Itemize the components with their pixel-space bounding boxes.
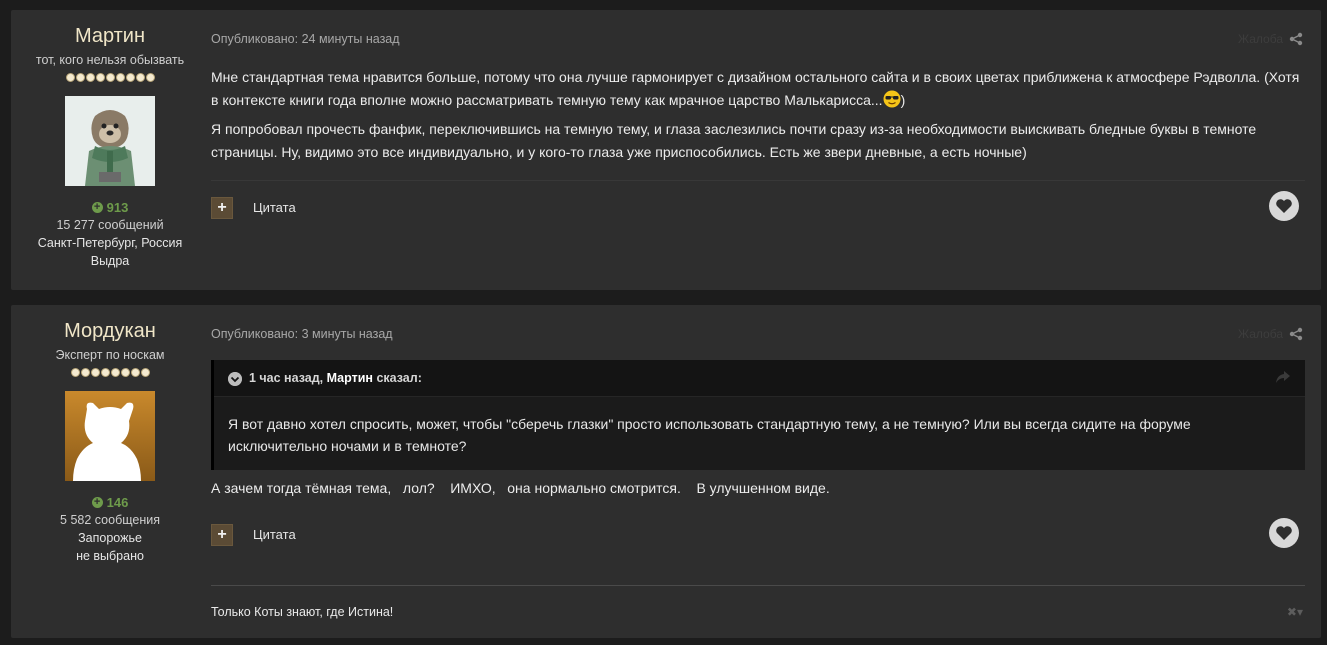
rank-pip [135,73,145,82]
report-link[interactable]: Жалоба [1238,32,1283,46]
post-body: А зачем тогда тёмная тема, лол? ИМХО, он… [211,477,1305,506]
quote-text: Я вот давно хотел спросить, может, чтобы… [228,416,1191,454]
share-icon[interactable] [1289,327,1303,341]
author-panel: Мордукан Эксперт по носкам + 146 5 582 с… [11,305,209,564]
post-paragraph-tail: ) [900,92,906,108]
quote-block: 1 час назад, Мартин сказал: Я вот давно … [211,360,1305,470]
reputation: + 913 [11,200,209,215]
heart-icon [1276,199,1292,213]
rank-pips [11,73,209,84]
rank-pip [140,368,150,377]
plus-circle-icon: + [91,497,103,508]
quote-button[interactable]: Цитата [253,527,296,542]
rank-pip [65,73,75,82]
rank-pip [85,73,95,82]
quote-citation: 1 час назад, Мартин сказал: [249,371,422,385]
post-paragraph: Я попробовал прочесть фанфик, переключив… [211,121,1257,160]
rank-pip [145,73,155,82]
quote-said: сказал: [372,371,422,385]
avatar[interactable] [65,96,155,186]
rank-pip [115,73,125,82]
rank-pip [120,368,130,377]
share-icon[interactable] [1289,32,1303,46]
profile-extra: Выдра [90,254,130,268]
rank-pip [125,73,135,82]
post-paragraph: А зачем тогда тёмная тема, лол? ИМХО, он… [211,480,830,496]
reputation-value: 913 [106,200,129,215]
post-date[interactable]: Опубликовано: 3 минуты назад [211,327,393,341]
location: Запорожье [78,531,142,545]
quote-header[interactable]: 1 час назад, Мартин сказал: [214,360,1305,397]
multiquote-add-button[interactable]: + [211,524,233,546]
quote-button[interactable]: Цитата [253,200,296,215]
heart-icon [1276,526,1292,540]
forward-icon[interactable] [1275,370,1291,384]
quote-author[interactable]: Мартин [327,371,373,385]
author-title: Эксперт по носкам [55,348,165,362]
signature-divider [211,585,1305,586]
sunglasses-emoji-icon [883,90,901,108]
author-name[interactable]: Мордукан [11,320,209,343]
post-date[interactable]: Опубликовано: 24 минуты назад [211,32,400,46]
chevron-down-icon[interactable]: ▾ [1297,605,1303,619]
rank-pip [70,368,80,377]
rank-pip [80,368,90,377]
post-body: Мне стандартная тема нравится больше, по… [211,66,1305,170]
post-count: 5 582 сообщения [60,513,160,527]
author-name[interactable]: Мартин [11,25,209,48]
multiquote-add-button[interactable]: + [211,197,233,219]
plus-circle-icon: + [91,202,103,213]
location: Санкт-Петербург, Россия [37,236,183,250]
chevron-down-icon[interactable] [228,372,242,386]
rank-pip [95,73,105,82]
author-panel: Мартин тот, кого нельзя обызвать + 913 1… [11,10,209,269]
like-button[interactable] [1269,191,1299,221]
reputation: + 146 [11,495,209,510]
post-count: 15 277 сообщений [56,218,164,232]
rank-pip [100,368,110,377]
post-paragraph-text: Мне стандартная тема нравится больше, по… [211,69,1300,108]
close-icon[interactable]: ✖ [1287,605,1297,619]
post-actions: + Цитата [211,180,1305,221]
avatar[interactable] [65,391,155,481]
rank-pip [130,368,140,377]
profile-extra: не выбрано [76,549,144,563]
rank-pips [11,368,209,379]
forum-post: Мартин тот, кого нельзя обызвать + 913 1… [11,10,1321,290]
like-button[interactable] [1269,518,1299,548]
quote-time: 1 час назад, [249,371,327,385]
signature-toggle[interactable]: ✖▾ [1287,605,1303,619]
forum-post: Мордукан Эксперт по носкам + 146 5 582 с… [11,305,1321,638]
report-link[interactable]: Жалоба [1238,327,1283,341]
rank-pip [75,73,85,82]
rank-pip [105,73,115,82]
reputation-value: 146 [106,495,129,510]
author-title: тот, кого нельзя обызвать [35,53,185,67]
rank-pip [110,368,120,377]
post-paragraph: Мне стандартная тема нравится больше, по… [211,66,1305,112]
rank-pip [90,368,100,377]
signature: Только Коты знают, где Истина! [211,605,394,619]
post-actions: + Цитата [211,508,1305,548]
